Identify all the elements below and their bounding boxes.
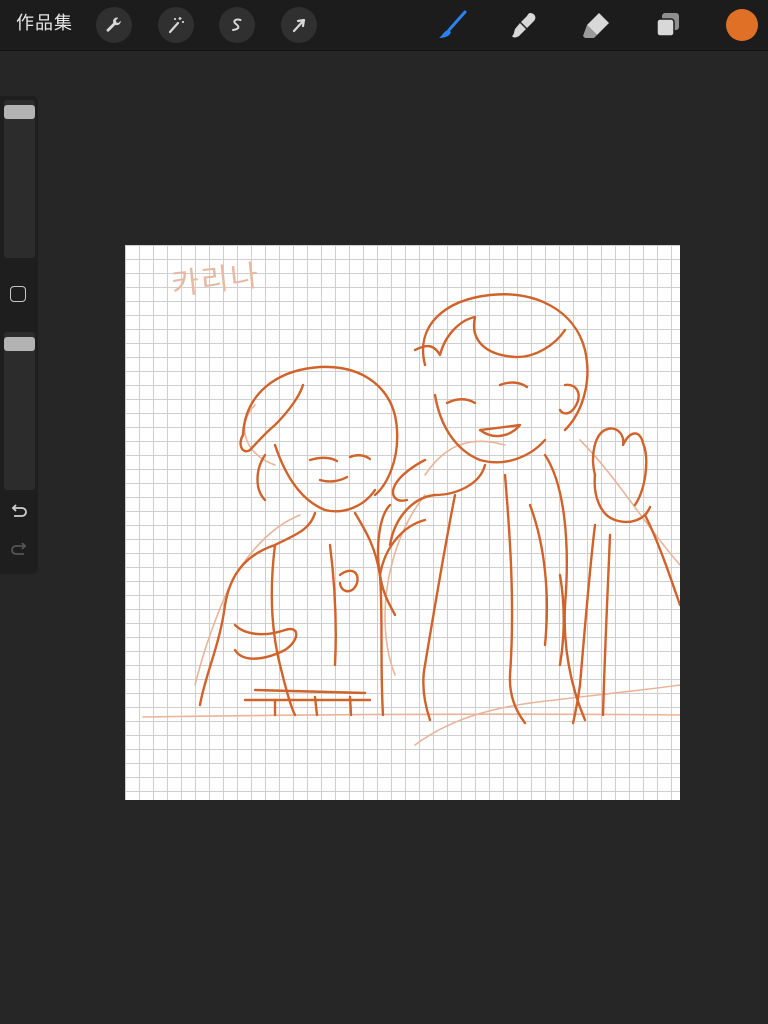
color-swatch[interactable] [726, 9, 758, 41]
transform-button[interactable] [281, 7, 317, 43]
redo-icon[interactable] [8, 540, 30, 560]
brush-icon [439, 10, 467, 38]
selection-icon [232, 18, 242, 31]
sketch-main-lines [198, 293, 680, 725]
sketch-guide-lines [142, 404, 680, 746]
wrench-icon [106, 17, 121, 32]
actions-button[interactable] [96, 7, 132, 43]
magic-wand-icon [168, 17, 184, 34]
opacity-thumb[interactable] [4, 337, 35, 351]
transform-arrow-icon [292, 18, 306, 33]
eraser-icon [583, 13, 609, 38]
left-sidebar [0, 96, 38, 574]
layers-icon [656, 13, 679, 37]
brush-size-slider[interactable] [4, 100, 35, 258]
brush-size-thumb[interactable] [4, 105, 35, 119]
drawing-canvas[interactable]: 카리나 [125, 245, 680, 800]
sketch-artwork [142, 293, 680, 746]
gallery-button[interactable]: 作品集 [16, 12, 73, 36]
adjustments-button[interactable] [158, 7, 194, 43]
smudge-icon [512, 13, 536, 38]
undo-icon[interactable] [8, 502, 30, 522]
opacity-slider[interactable] [4, 332, 35, 490]
selection-button[interactable] [219, 7, 255, 43]
brush-button[interactable] [432, 5, 472, 45]
top-toolbar: 作品集 [0, 0, 768, 51]
eraser-button[interactable] [576, 5, 616, 45]
layers-button[interactable] [648, 5, 688, 45]
modify-button[interactable] [10, 286, 26, 302]
smudge-button[interactable] [504, 5, 544, 45]
